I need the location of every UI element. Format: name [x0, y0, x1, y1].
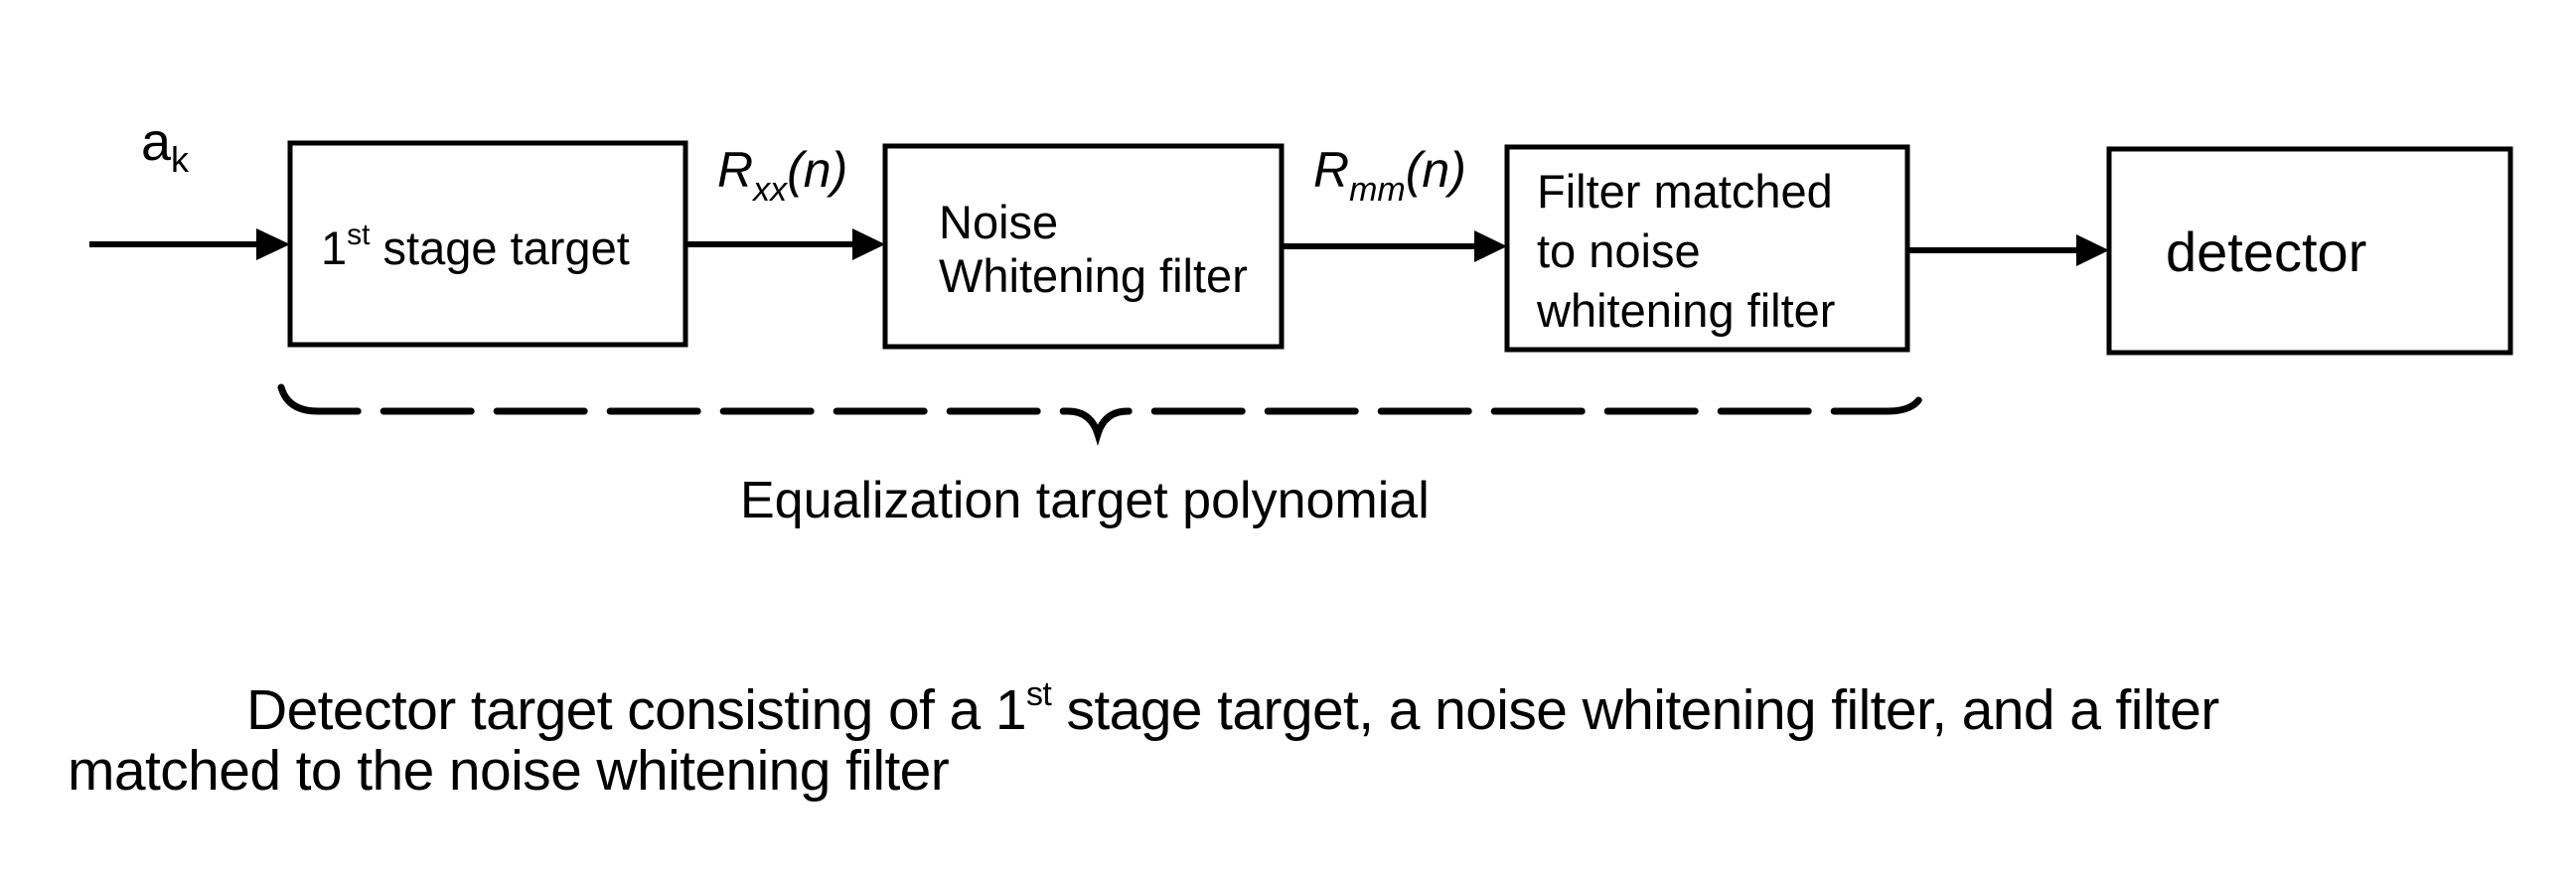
- noise-whitening-filter-label: Noise Whitening filter: [939, 196, 1248, 303]
- input-signal-label: ak: [141, 115, 189, 178]
- first-stage-target-label: 1st stage target: [321, 219, 630, 274]
- edge-label-suffix: (n): [1405, 142, 1466, 198]
- arrow-matched-filter-to-detector: [1909, 234, 2109, 266]
- equalization-brace: [277, 383, 1927, 447]
- block-text-line: to noise: [1537, 224, 1701, 277]
- arrow-first-stage-to-noise-whitening: [687, 228, 885, 260]
- caption-text: Detector target consisting of a 1: [246, 678, 1027, 742]
- equalization-target-label: Equalization target polynomial: [740, 472, 1430, 529]
- arrow-noise-whitening-to-matched-filter: [1284, 230, 1507, 262]
- block-text-line: whitening filter: [1537, 284, 1836, 337]
- block-text: stage target: [370, 221, 630, 274]
- edge-label-rxx: Rxx(n): [717, 145, 847, 207]
- block-text-line: Whitening filter: [939, 249, 1248, 302]
- matched-filter-label: Filter matched to noise whitening filter: [1537, 162, 1835, 341]
- edge-label-base: R: [1313, 142, 1350, 198]
- ordinal-number: 1: [321, 221, 348, 274]
- caption-text: stage target, a noise whitening filter, …: [1051, 678, 2219, 742]
- edge-label-subscript: xx: [753, 171, 788, 209]
- caption-ordinal-suffix: st: [1025, 675, 1052, 713]
- input-signal-base: a: [141, 112, 172, 172]
- ordinal-suffix: st: [347, 219, 371, 251]
- block-text-line: Noise: [939, 196, 1059, 248]
- edge-label-rmm: Rmm(n): [1313, 145, 1466, 207]
- figure-caption-line1: Detector target consisting of a 1st stag…: [246, 677, 2219, 739]
- input-arrow: [89, 228, 290, 260]
- input-signal-subscript: k: [171, 139, 190, 180]
- block-text-line: Filter matched: [1537, 165, 1833, 218]
- detector-label: detector: [2166, 224, 2366, 280]
- figure-caption-line2: matched to the noise whitening filter: [68, 739, 950, 803]
- block-text: detector: [2166, 221, 2367, 283]
- block-diagram: ak 1st stage target Rxx(n) Noise Whiteni…: [0, 0, 2576, 885]
- edge-label-subscript: mm: [1349, 171, 1406, 209]
- edge-label-base: R: [717, 142, 754, 198]
- edge-label-suffix: (n): [787, 142, 848, 198]
